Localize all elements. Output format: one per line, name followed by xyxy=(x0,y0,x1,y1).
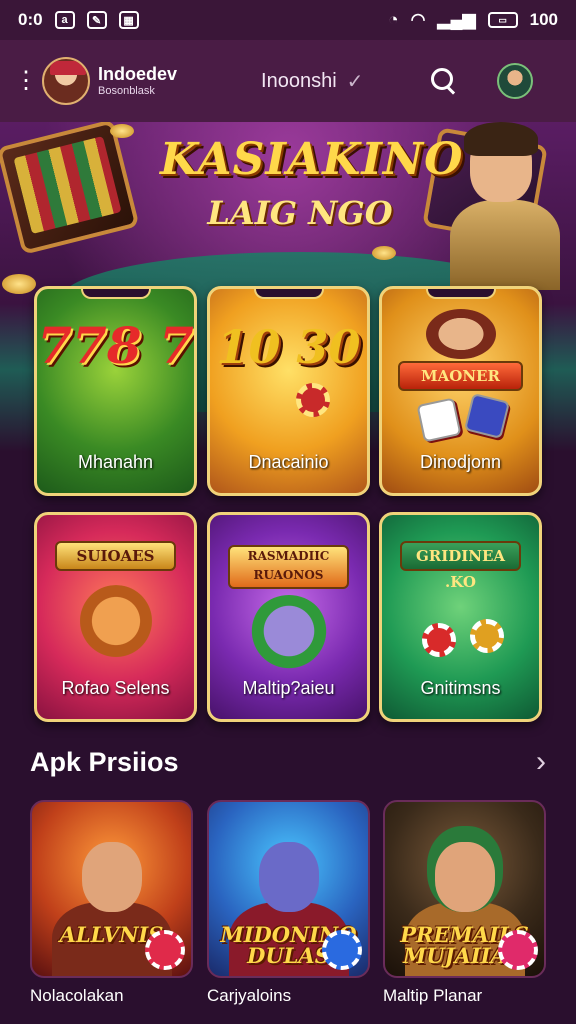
brand-subtitle: Bosonblask xyxy=(98,84,155,97)
dealer-hair xyxy=(464,122,538,156)
game-card-label: Gnitimsns xyxy=(420,678,501,698)
section-header: Apk Prsiios › xyxy=(30,742,546,782)
game-card[interactable]: RASMADIIC RUAONOS Maltip?aieu xyxy=(207,512,370,722)
card-notch xyxy=(425,289,496,299)
chevron-right-icon[interactable]: › xyxy=(536,745,546,779)
mascot-illustration xyxy=(425,309,496,359)
game-card-label: Mhanahn xyxy=(77,452,154,472)
battery-level: 100 xyxy=(529,10,558,29)
signal-icon: ▂▄▆ xyxy=(437,10,476,29)
brand-avatar xyxy=(42,57,90,105)
game-card[interactable]: 778 7 Mhanahn xyxy=(34,286,197,496)
chip-badge-icon xyxy=(498,930,538,970)
maps-icon: ✎ xyxy=(86,11,107,29)
search-icon[interactable] xyxy=(427,65,459,97)
battery-icon: ▭ xyxy=(487,12,518,28)
card-notch xyxy=(253,289,324,299)
brand-block: Indoedev Bosonblask xyxy=(98,64,178,97)
number-art: 10 30 xyxy=(216,320,361,374)
dealer-body xyxy=(450,200,560,290)
status-time: 0:0 xyxy=(18,10,43,29)
coin-decoration xyxy=(2,274,36,294)
monster-mascot-illustration xyxy=(248,595,329,675)
status-bar: 0:0 a ✎ ▦ ◔ ◠ ▂▄▆ ▭ 100 xyxy=(0,0,576,40)
fox-mascot-illustration xyxy=(75,585,156,665)
person-head xyxy=(258,842,319,912)
chip-badge-icon xyxy=(322,930,362,970)
promo-tile[interactable]: MIDONINO DULAS xyxy=(207,800,370,978)
game-sign: GRIDINEA .KO xyxy=(400,541,521,591)
promo-tile[interactable]: PREMAILS MUJAIIAN xyxy=(383,800,546,978)
coin-decoration xyxy=(372,246,396,260)
card-notch xyxy=(80,289,151,299)
alarm-icon: ◔ xyxy=(388,10,399,29)
slot-machine-illustration xyxy=(0,122,140,255)
app-header: ⋮ Indoedev Bosonblask Inoonshi ✓ xyxy=(0,40,576,122)
slot-number-art: 778 7 xyxy=(37,316,194,375)
game-card[interactable]: 10 30 Dnacainio xyxy=(207,286,370,496)
more-menu-icon[interactable]: ⋮ xyxy=(14,69,38,93)
hero-title: KASIAKINO xyxy=(160,134,464,185)
game-sign: MAONER xyxy=(398,361,523,391)
a-icon: a xyxy=(54,11,75,29)
person-head xyxy=(434,842,495,912)
game-card[interactable]: SUIOAES Rofao Selens xyxy=(34,512,197,722)
chip-icon xyxy=(470,619,504,653)
game-card[interactable]: GRIDINEA .KO Gnitimsns xyxy=(379,512,542,722)
status-right: ◔ ◠ ▂▄▆ ▭ 100 xyxy=(388,10,558,30)
roulette-icon xyxy=(296,383,330,417)
promo-caption[interactable]: Nolacolakan xyxy=(30,986,124,1006)
promo-caption[interactable]: Carjyaloins xyxy=(207,986,291,1006)
status-left: 0:0 a ✎ ▦ xyxy=(18,10,139,30)
language-selector[interactable]: Inoonshi ✓ xyxy=(261,69,363,94)
game-card-label: Dnacainio xyxy=(248,452,329,472)
brand-title: Indoedev xyxy=(98,64,178,85)
game-sign: RASMADIIC RUAONOS xyxy=(228,545,349,589)
game-card-label: Maltip?aieu xyxy=(242,678,335,698)
game-card[interactable]: MAONER Dinodjonn xyxy=(379,286,542,496)
gallery-icon: ▦ xyxy=(118,11,139,29)
person-head xyxy=(81,842,142,912)
game-sign: SUIOAES xyxy=(55,541,176,571)
chip-badge-icon xyxy=(145,930,185,970)
wifi-icon: ◠ xyxy=(410,10,426,29)
profile-avatar[interactable] xyxy=(497,63,534,99)
promo-tile[interactable]: ALLVNIS xyxy=(30,800,193,978)
chip-icon xyxy=(422,623,456,657)
game-card-label: Rofao Selens xyxy=(61,678,170,698)
dice-icon xyxy=(416,397,462,443)
check-icon: ✓ xyxy=(346,70,364,93)
hero-subtitle: LAIG NGO xyxy=(207,194,393,232)
language-label: Inoonshi xyxy=(261,69,337,92)
coin-decoration xyxy=(110,124,134,138)
game-card-label: Dinodjonn xyxy=(419,452,502,472)
section-title: Apk Prsiios xyxy=(30,746,179,777)
promo-caption[interactable]: Maltip Planar xyxy=(383,986,482,1006)
dice-icon xyxy=(463,392,511,440)
